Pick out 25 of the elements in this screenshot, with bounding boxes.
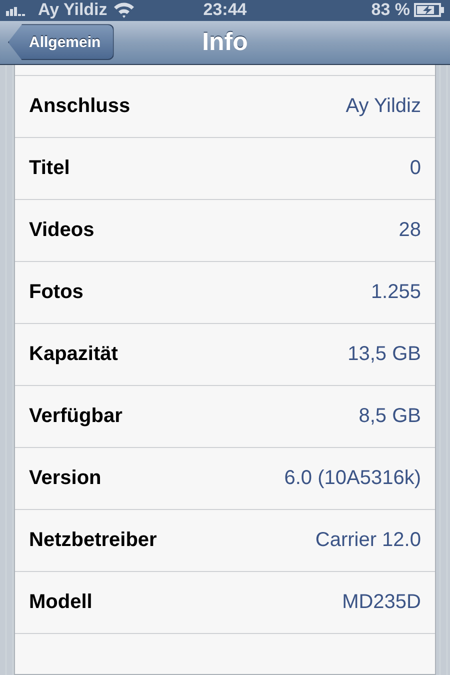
row-label: Modell [29, 591, 92, 614]
row-value: MD235D [342, 591, 421, 614]
row-label: Anschluss [29, 95, 130, 118]
row-label: Videos [29, 219, 94, 242]
wifi-icon [113, 2, 136, 18]
row-value: Carrier 12.0 [315, 529, 421, 552]
row-label: Titel [29, 157, 70, 180]
battery-percent: 83 % [371, 0, 410, 20]
row-label: Verfügbar [29, 405, 122, 428]
row-label: Version [29, 467, 102, 490]
charging-battery-icon [414, 3, 444, 18]
clock: 23:44 [203, 0, 247, 20]
row-value: Ay Yildiz [346, 95, 421, 118]
row-value: 28 [398, 219, 421, 242]
row-value: 1.255 [370, 281, 421, 304]
carrier-name: Ay Yildiz [38, 0, 108, 20]
row-value: 0 [410, 157, 421, 180]
row-label: Kapazität [29, 343, 118, 366]
back-button[interactable]: Allgemein [8, 24, 114, 60]
nav-title: Info [202, 28, 248, 56]
row-value: 6.0 (10A5316k) [284, 467, 421, 490]
row-value: 8,5 GB [358, 405, 421, 428]
row-label: Fotos [29, 281, 84, 304]
row-value: 13,5 GB [348, 343, 421, 366]
row-label: Netzbetreiber [29, 529, 157, 552]
